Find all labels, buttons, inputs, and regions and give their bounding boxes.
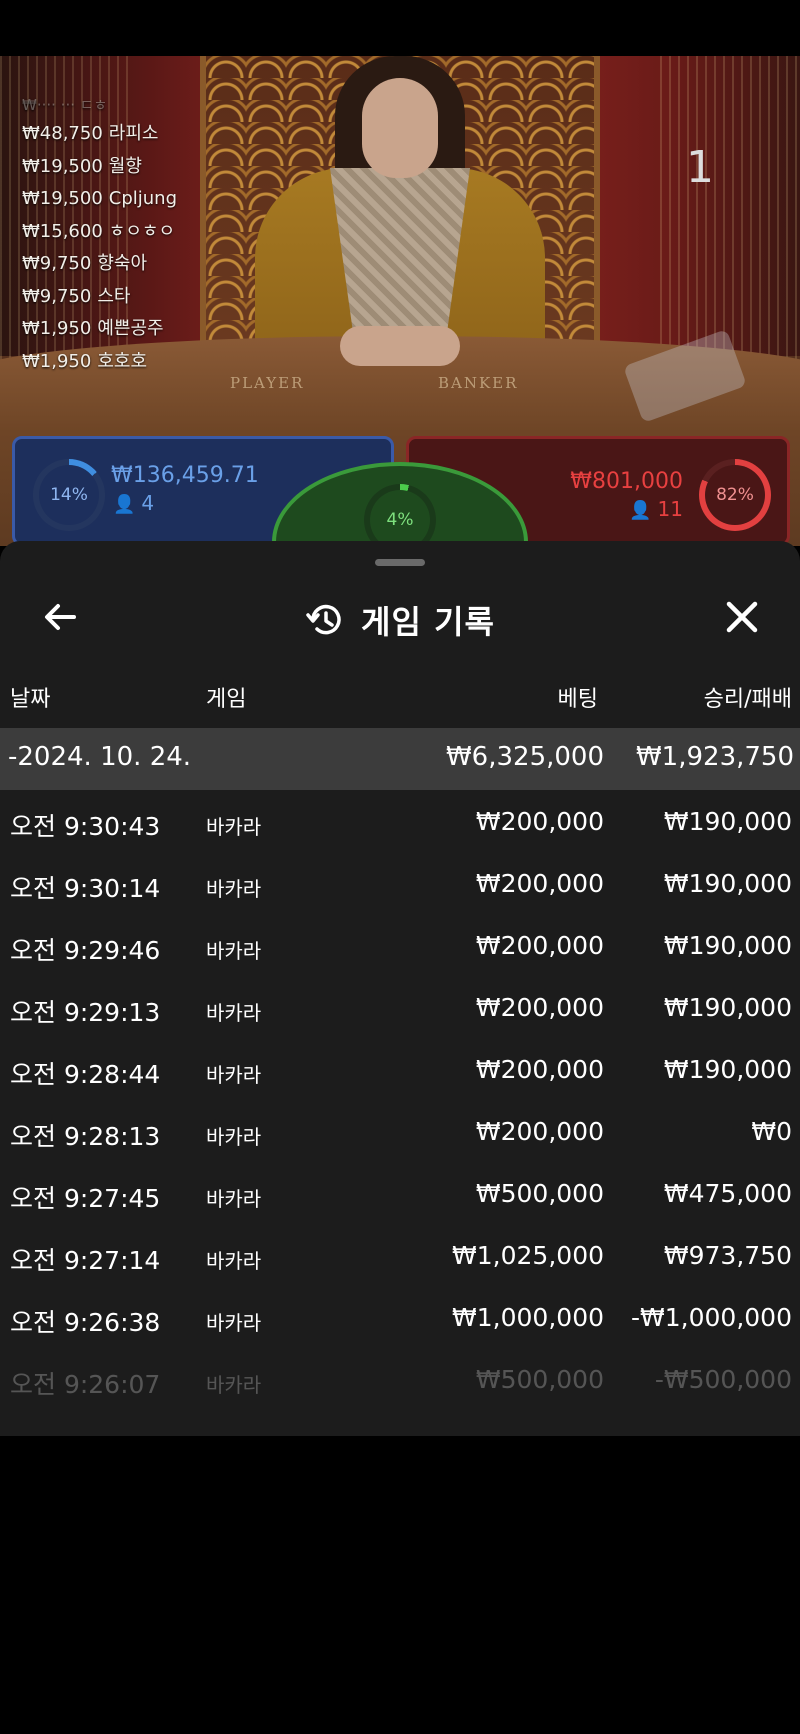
leaderboard-item: ₩19,500 월향 [22,155,142,177]
row-win-loss: ₩190,000 [663,869,792,898]
row-time: 오전 9:26:38 [10,1308,161,1337]
history-row[interactable]: 오전 9:27:45 바카라 ₩500,000 ₩475,000 [0,1165,800,1227]
game-history-sheet: 게임 기록 날짜 게임 베팅 승리/패배 -2024. 10. 24. ₩6,3… [0,541,800,1436]
row-time: 오전 9:30:14 [10,874,161,903]
close-button[interactable] [720,595,764,639]
history-icon [306,604,341,635]
leaderboard-item: ₩15,600 ㅎㅇㅎㅇ [22,220,176,242]
bead-curtain-right [660,56,800,376]
row-win-loss: ₩190,000 [663,1055,792,1084]
row-time: 오전 9:28:44 [10,1060,161,1089]
date-summary-row[interactable]: -2024. 10. 24. ₩6,325,000 ₩1,923,750 [0,728,800,790]
row-win-loss: ₩190,000 [663,807,792,836]
leaderboard-item: ₩19,500 Cpljung [22,188,178,209]
summary-bet-total: ₩6,325,000 [445,742,604,772]
person-icon: 👤 [113,494,136,515]
row-time: 오전 9:27:45 [10,1184,161,1213]
column-header-bet[interactable]: 베팅 [558,681,598,713]
row-game: 바카라 [206,1249,262,1273]
row-time: 오전 9:29:13 [10,998,161,1027]
player-bettor-count: 👤 4 [113,491,155,515]
leaderboard-item: ₩1,950 호호호 [22,350,148,372]
summary-date: -2024. 10. 24. [8,742,192,772]
banker-bettor-count: 👤 11 [629,497,683,521]
player-total-amount: ₩136,459.71 [111,463,259,488]
row-bet: ₩200,000 [475,1055,604,1084]
banker-total-amount: ₩801,000 [570,469,683,494]
leaderboard-item: ₩9,750 스타 [22,285,131,307]
column-header-win-loss[interactable]: 승리/패배 [704,681,792,713]
row-bet: ₩1,000,000 [452,1303,604,1332]
history-row[interactable]: 오전 9:27:14 바카라 ₩1,025,000 ₩973,750 [0,1227,800,1289]
player-percent-ring: 14% [33,459,105,531]
sheet-header: 게임 기록 [0,581,800,661]
row-game: 바카라 [206,1187,262,1211]
row-win-loss: -₩1,000,000 [631,1303,792,1332]
history-row[interactable]: 오전 9:28:44 바카라 ₩200,000 ₩190,000 [0,1041,800,1103]
leaderboard-item: ₩1,950 예쁜공주 [22,318,164,339]
row-time: 오전 9:27:14 [10,1246,161,1275]
column-header-game[interactable]: 게임 [206,681,246,713]
row-bet: ₩200,000 [475,1117,604,1146]
row-game: 바카라 [206,1001,262,1025]
row-time: 오전 9:28:13 [10,1122,161,1151]
row-game: 바카라 [206,815,262,839]
row-win-loss: ₩973,750 [663,1241,792,1270]
row-win-loss: -₩500,000 [654,1365,792,1394]
dealer-face [362,78,438,178]
row-game: 바카라 [206,877,262,901]
row-bet: ₩200,000 [475,807,604,836]
row-bet: ₩200,000 [475,993,604,1022]
summary-win-loss-total: ₩1,923,750 [635,742,794,772]
history-list[interactable]: 오전 9:30:43 바카라 ₩200,000 ₩190,000 오전 9:30… [0,793,800,1413]
close-icon [726,601,758,633]
leaderboard-item: ₩48,750 라피소 [22,123,159,144]
banker-percent-ring: 82% [699,459,771,531]
leaderboard-header: ₩···· ··· ㄷㅎ [22,96,108,114]
row-game: 바카라 [206,939,262,963]
row-game: 바카라 [206,1311,262,1335]
column-header-date[interactable]: 날짜 [10,681,50,713]
tie-percent: 4% [386,510,414,530]
leaderboard-item: ₩9,750 향숙아 [22,253,148,274]
history-row[interactable]: 오전 9:28:13 바카라 ₩200,000 ₩0 [0,1103,800,1165]
row-win-loss: ₩190,000 [663,993,792,1022]
history-row[interactable]: 오전 9:30:43 바카라 ₩200,000 ₩190,000 [0,793,800,855]
row-game: 바카라 [206,1063,262,1087]
history-row[interactable]: 오전 9:29:46 바카라 ₩200,000 ₩190,000 [0,917,800,979]
row-time: 오전 9:26:07 [10,1370,161,1399]
row-game: 바카라 [206,1125,262,1149]
history-row[interactable]: 오전 9:26:38 바카라 ₩1,000,000 -₩1,000,000 [0,1289,800,1351]
round-mark: 1 [686,142,714,193]
row-win-loss: ₩475,000 [663,1179,792,1208]
row-bet: ₩1,025,000 [452,1241,604,1270]
row-time: 오전 9:29:46 [10,936,161,965]
sheet-title-group: 게임 기록 [0,597,800,643]
row-bet: ₩500,000 [475,1365,604,1394]
row-win-loss: ₩0 [751,1117,792,1146]
row-time: 오전 9:30:43 [10,812,161,841]
row-win-loss: ₩190,000 [663,931,792,960]
history-row[interactable]: 오전 9:30:14 바카라 ₩200,000 ₩190,000 [0,855,800,917]
row-bet: ₩200,000 [475,931,604,960]
winners-leaderboard: ₩···· ··· ㄷㅎ ₩48,750 라피소 ₩19,500 월향 ₩19,50… [22,92,177,378]
row-game: 바카라 [206,1373,262,1397]
person-icon: 👤 [629,500,652,521]
tie-percent-ring: 4% [364,484,436,556]
player-percent: 14% [50,485,88,505]
sheet-title: 게임 기록 [361,603,495,641]
banker-percent: 82% [716,485,754,505]
history-row[interactable]: 오전 9:29:13 바카라 ₩200,000 ₩190,000 [0,979,800,1041]
history-row[interactable]: 오전 9:26:07 바카라 ₩500,000 -₩500,000 [0,1351,800,1413]
dealer-hands [340,326,460,366]
table-label-banker: BANKER [438,374,519,392]
row-bet: ₩200,000 [475,869,604,898]
sheet-drag-handle[interactable] [375,559,425,566]
row-bet: ₩500,000 [475,1179,604,1208]
table-label-player: PLAYER [230,374,305,392]
